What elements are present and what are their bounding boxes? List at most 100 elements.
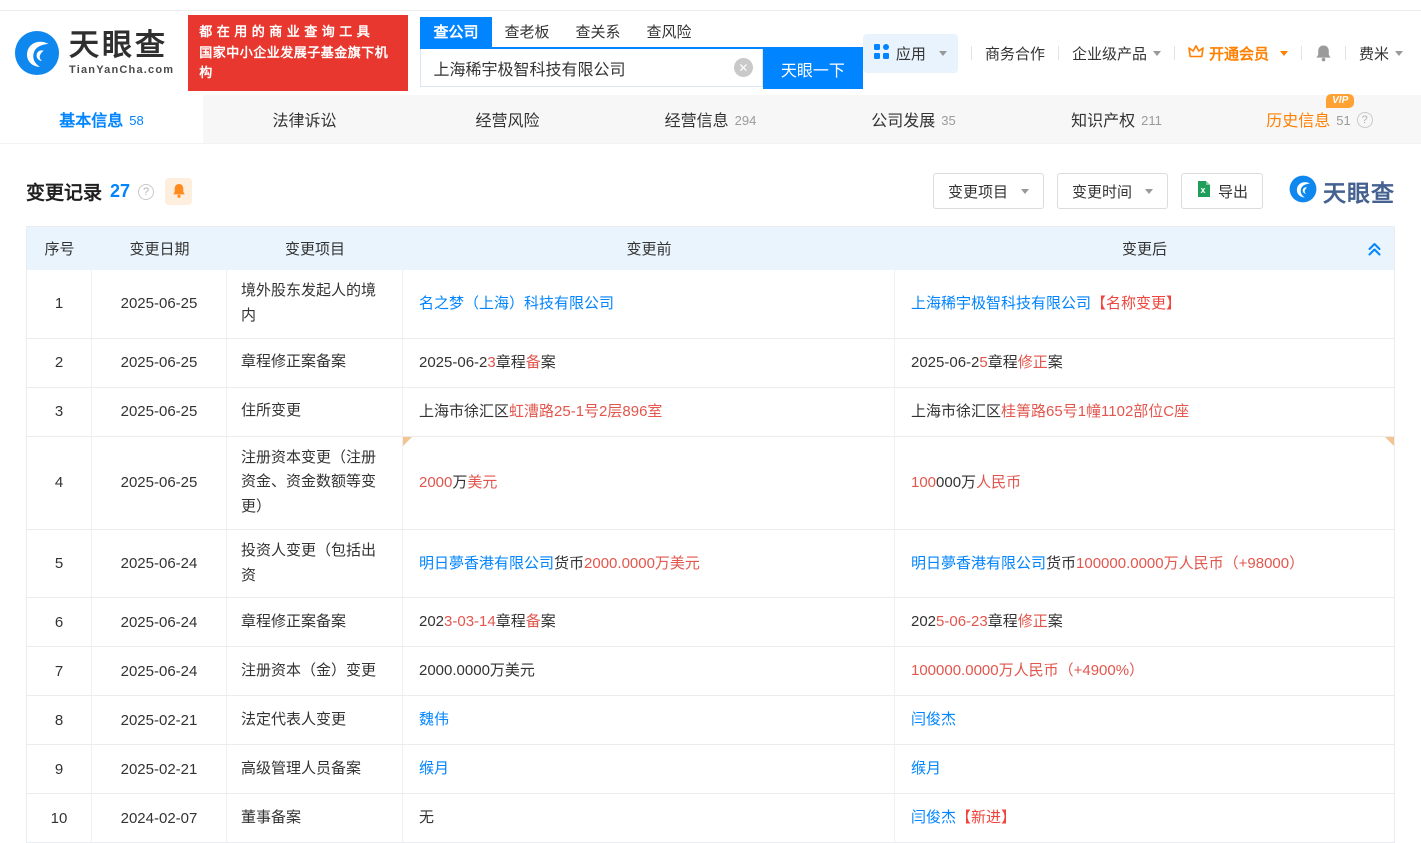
entity-link[interactable]: 缑月 — [911, 757, 941, 781]
divider — [1058, 46, 1059, 60]
search-input[interactable] — [433, 59, 733, 77]
clear-icon[interactable]: ✕ — [734, 58, 753, 77]
help-icon[interactable]: ? — [138, 184, 154, 200]
search-tab-boss[interactable]: 查老板 — [492, 17, 563, 47]
search-tab-risk[interactable]: 查风险 — [634, 17, 705, 47]
cell-text: 章程 — [496, 610, 526, 634]
cell-text: 202 — [419, 610, 444, 634]
cell-index: 1 — [27, 270, 92, 338]
tab-basic-info[interactable]: 基本信息58 — [0, 95, 203, 143]
cell-text: 货币 — [554, 552, 584, 576]
tab-business-info[interactable]: 经营信息 294 — [609, 95, 812, 143]
column-header: 变更日期 — [92, 238, 227, 259]
cell-text: 货币 — [1046, 552, 1076, 576]
main-content: 变更记录 27 ? 变更项目 变更时间 — [0, 170, 1421, 843]
tab-development[interactable]: 公司发展35 — [812, 95, 1015, 143]
cell-change-item: 法定代表人变更 — [227, 696, 403, 744]
tab-label: 经营信息 — [665, 107, 729, 131]
cell-after: 上海市徐汇区桂箐路65号1幢1102部位C座 — [895, 388, 1394, 436]
search-button[interactable]: 天眼一下 — [763, 49, 863, 89]
entity-link[interactable]: 明日夢香港有限公司 — [911, 552, 1046, 576]
cell-after: 100000.0000万人民币（+4900%） — [895, 647, 1394, 695]
cell-text: （+98000） — [1224, 552, 1304, 576]
cell-text: 修正 — [1018, 351, 1048, 375]
cell-text: 5 — [979, 351, 987, 375]
cell-text: 100 — [911, 471, 936, 495]
subscribe-bell-button[interactable] — [165, 178, 192, 205]
entity-link[interactable]: 明日夢香港有限公司 — [419, 552, 554, 576]
nav-enterprise-products[interactable]: 企业级产品 — [1072, 43, 1161, 64]
help-icon[interactable]: ? — [1357, 112, 1373, 128]
cell-text: 3 — [487, 351, 495, 375]
open-vip-button[interactable]: 开通会员 — [1188, 43, 1288, 64]
section-header: 变更记录 27 ? 变更项目 变更时间 — [26, 170, 1395, 212]
cell-change-item: 注册资本变更（注册资金、资金数额等变更） — [227, 437, 403, 529]
cell-text: 上海市徐汇区 — [419, 400, 509, 424]
cell-before: 缑月 — [403, 745, 895, 793]
entity-link[interactable]: 缑月 — [419, 757, 449, 781]
company-nav-tabs: 基本信息58法律诉讼经营风险经营信息294公司发展35知识产权211历史信息VI… — [0, 95, 1421, 144]
cell-before: 魏伟 — [403, 696, 895, 744]
search-tab-company[interactable]: 查公司 — [420, 17, 491, 47]
tab-label: 经营风险 — [475, 107, 539, 131]
user-menu[interactable]: 费米 — [1359, 43, 1407, 64]
notification-bell-icon[interactable] — [1315, 44, 1332, 62]
filter-change-item-button[interactable]: 变更项目 — [933, 173, 1044, 209]
apps-grid-icon — [874, 44, 889, 63]
nav-business-cooperation[interactable]: 商务合作 — [985, 43, 1045, 64]
entity-link[interactable]: 闫俊杰 — [911, 708, 956, 732]
cell-text: 案 — [541, 351, 556, 375]
cell-before: 2000.0000万美元 — [403, 647, 895, 695]
cell-text: 备 — [526, 610, 541, 634]
cell-change-date: 2025-06-25 — [92, 437, 227, 529]
cell-change-item: 住所变更 — [227, 388, 403, 436]
cell-index: 10 — [27, 794, 92, 842]
site-header: 天眼查 TianYanCha.com 都在用的商业查询工具 国家中小企业发展子基… — [0, 11, 1421, 95]
cell-after: 明日夢香港有限公司 货币100000.0000万人民币 （+98000） — [895, 530, 1394, 598]
promo-banner: 都在用的商业查询工具 国家中小企业发展子基金旗下机构 — [188, 15, 408, 91]
search-input-wrap: ✕ — [420, 49, 762, 87]
search-tab-relation[interactable]: 查关系 — [563, 17, 634, 47]
vip-crown-icon — [1188, 44, 1204, 62]
tab-label: 历史信息VIP — [1266, 107, 1330, 131]
tab-intellectual-property[interactable]: 知识产权211 — [1015, 95, 1218, 143]
cell-text: 2000 — [419, 471, 452, 495]
tianyancha-logo[interactable]: 天眼查 TianYanCha.com — [14, 30, 174, 77]
tab-label: 法律诉讼 — [272, 107, 336, 131]
promo-line-1: 都在用的商业查询工具 — [199, 22, 397, 43]
chevron-down-icon — [1153, 51, 1161, 56]
tab-count: 294 — [735, 113, 757, 128]
top-nav: 应用 商务合作 企业级产品 开通会员 — [863, 34, 1407, 73]
cell-text: 2000.0000万美元 — [584, 552, 700, 576]
cell-text: 章程 — [496, 351, 526, 375]
tianyancha-logo-icon — [1289, 175, 1317, 208]
chevron-down-icon — [939, 51, 947, 56]
cell-index: 5 — [27, 530, 92, 598]
entity-link[interactable]: 上海稀宇极智科技有限公司 — [911, 292, 1091, 316]
cell-text: 案 — [1048, 610, 1063, 634]
apps-menu[interactable]: 应用 — [863, 34, 958, 73]
cell-change-date: 2025-06-24 — [92, 530, 227, 598]
cell-text: 100000.0000万人民币 — [1076, 552, 1224, 576]
filter-change-time-button[interactable]: 变更时间 — [1057, 173, 1168, 209]
cell-index: 8 — [27, 696, 92, 744]
column-header: 变更后 — [895, 238, 1394, 259]
cell-text: 章程 — [988, 351, 1018, 375]
cell-before: 名之梦（上海）科技有限公司 — [403, 270, 895, 338]
cell-change-date: 2025-06-25 — [92, 339, 227, 387]
entity-link[interactable]: 魏伟 — [419, 708, 449, 732]
table-row: 52025-06-24投资人变更（包括出资明日夢香港有限公司 货币2000.00… — [27, 529, 1394, 598]
cell-before: 2025-06-23章程备案 — [403, 339, 895, 387]
chevron-down-icon — [1395, 51, 1403, 56]
tab-legal[interactable]: 法律诉讼 — [203, 95, 406, 143]
tab-operation-risk[interactable]: 经营风险 — [406, 95, 609, 143]
promo-line-2: 国家中小企业发展子基金旗下机构 — [199, 43, 397, 85]
tab-history[interactable]: 历史信息VIP51? — [1218, 95, 1421, 143]
cell-text: 案 — [1048, 351, 1063, 375]
entity-link[interactable]: 闫俊杰 — [911, 806, 956, 830]
collapse-icon[interactable] — [1367, 240, 1382, 257]
export-button[interactable]: x 导出 — [1181, 173, 1263, 209]
cell-before: 2000万美元 — [403, 437, 895, 529]
entity-link[interactable]: 名之梦（上海）科技有限公司 — [419, 292, 614, 316]
cell-index: 4 — [27, 437, 92, 529]
